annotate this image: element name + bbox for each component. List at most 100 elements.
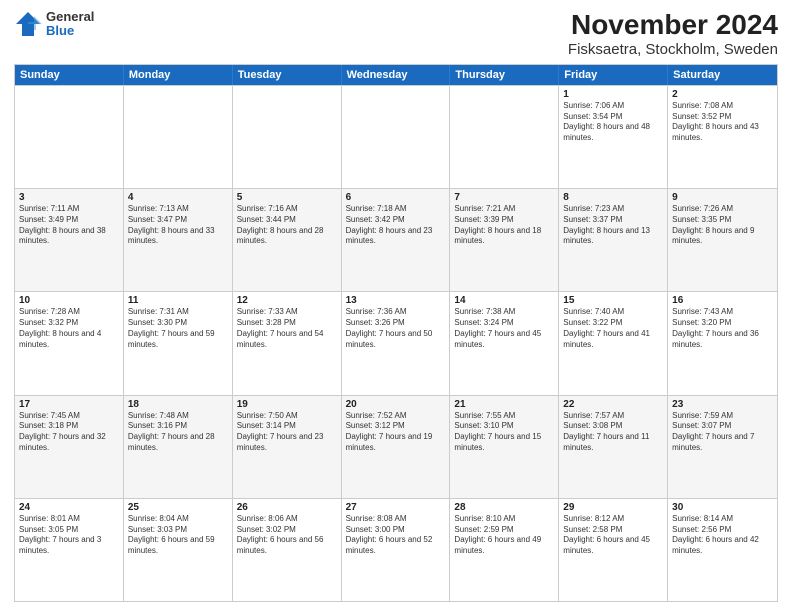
cell-date: 18 <box>128 399 228 410</box>
cell-date: 13 <box>346 295 446 306</box>
calendar-row-1: 3 Sunrise: 7:11 AMSunset: 3:49 PMDayligh… <box>15 188 777 291</box>
calendar-header: Sunday Monday Tuesday Wednesday Thursday… <box>15 65 777 85</box>
calendar-cell: 5 Sunrise: 7:16 AMSunset: 3:44 PMDayligh… <box>233 189 342 291</box>
cell-info: Sunrise: 7:08 AMSunset: 3:52 PMDaylight:… <box>672 101 773 144</box>
cell-date: 6 <box>346 192 446 203</box>
calendar-row-4: 24 Sunrise: 8:01 AMSunset: 3:05 PMDaylig… <box>15 498 777 601</box>
cell-info: Sunrise: 7:31 AMSunset: 3:30 PMDaylight:… <box>128 307 228 350</box>
calendar-cell <box>15 86 124 188</box>
calendar-cell: 19 Sunrise: 7:50 AMSunset: 3:14 PMDaylig… <box>233 396 342 498</box>
logo-blue: Blue <box>46 24 94 38</box>
cell-date: 5 <box>237 192 337 203</box>
calendar: Sunday Monday Tuesday Wednesday Thursday… <box>14 64 778 602</box>
cell-info: Sunrise: 7:43 AMSunset: 3:20 PMDaylight:… <box>672 307 773 350</box>
cell-date: 10 <box>19 295 119 306</box>
cell-info: Sunrise: 7:40 AMSunset: 3:22 PMDaylight:… <box>563 307 663 350</box>
logo-icon <box>14 10 42 38</box>
header: General Blue November 2024 Fisksaetra, S… <box>14 10 778 58</box>
cell-info: Sunrise: 7:13 AMSunset: 3:47 PMDaylight:… <box>128 204 228 247</box>
logo-text: General Blue <box>46 10 94 39</box>
cell-info: Sunrise: 8:06 AMSunset: 3:02 PMDaylight:… <box>237 514 337 557</box>
cell-date: 2 <box>672 89 773 100</box>
cell-info: Sunrise: 7:16 AMSunset: 3:44 PMDaylight:… <box>237 204 337 247</box>
calendar-cell: 15 Sunrise: 7:40 AMSunset: 3:22 PMDaylig… <box>559 292 668 394</box>
calendar-cell: 24 Sunrise: 8:01 AMSunset: 3:05 PMDaylig… <box>15 499 124 601</box>
cell-date: 21 <box>454 399 554 410</box>
cell-info: Sunrise: 7:33 AMSunset: 3:28 PMDaylight:… <box>237 307 337 350</box>
calendar-cell: 14 Sunrise: 7:38 AMSunset: 3:24 PMDaylig… <box>450 292 559 394</box>
cell-info: Sunrise: 8:01 AMSunset: 3:05 PMDaylight:… <box>19 514 119 557</box>
cell-info: Sunrise: 7:18 AMSunset: 3:42 PMDaylight:… <box>346 204 446 247</box>
calendar-cell: 16 Sunrise: 7:43 AMSunset: 3:20 PMDaylig… <box>668 292 777 394</box>
cell-date: 29 <box>563 502 663 513</box>
cell-info: Sunrise: 7:59 AMSunset: 3:07 PMDaylight:… <box>672 411 773 454</box>
cell-date: 22 <box>563 399 663 410</box>
cell-info: Sunrise: 7:48 AMSunset: 3:16 PMDaylight:… <box>128 411 228 454</box>
cell-date: 16 <box>672 295 773 306</box>
calendar-cell: 22 Sunrise: 7:57 AMSunset: 3:08 PMDaylig… <box>559 396 668 498</box>
cell-date: 7 <box>454 192 554 203</box>
calendar-cell: 1 Sunrise: 7:06 AMSunset: 3:54 PMDayligh… <box>559 86 668 188</box>
cell-date: 19 <box>237 399 337 410</box>
calendar-cell: 9 Sunrise: 7:26 AMSunset: 3:35 PMDayligh… <box>668 189 777 291</box>
calendar-cell: 7 Sunrise: 7:21 AMSunset: 3:39 PMDayligh… <box>450 189 559 291</box>
calendar-cell: 21 Sunrise: 7:55 AMSunset: 3:10 PMDaylig… <box>450 396 559 498</box>
cell-info: Sunrise: 7:36 AMSunset: 3:26 PMDaylight:… <box>346 307 446 350</box>
calendar-cell: 25 Sunrise: 8:04 AMSunset: 3:03 PMDaylig… <box>124 499 233 601</box>
cell-info: Sunrise: 8:14 AMSunset: 2:56 PMDaylight:… <box>672 514 773 557</box>
calendar-cell: 3 Sunrise: 7:11 AMSunset: 3:49 PMDayligh… <box>15 189 124 291</box>
calendar-body: 1 Sunrise: 7:06 AMSunset: 3:54 PMDayligh… <box>15 85 777 601</box>
header-saturday: Saturday <box>668 65 777 85</box>
calendar-row-0: 1 Sunrise: 7:06 AMSunset: 3:54 PMDayligh… <box>15 85 777 188</box>
cell-date: 20 <box>346 399 446 410</box>
calendar-cell: 23 Sunrise: 7:59 AMSunset: 3:07 PMDaylig… <box>668 396 777 498</box>
cell-date: 4 <box>128 192 228 203</box>
cell-info: Sunrise: 7:11 AMSunset: 3:49 PMDaylight:… <box>19 204 119 247</box>
calendar-row-2: 10 Sunrise: 7:28 AMSunset: 3:32 PMDaylig… <box>15 291 777 394</box>
header-monday: Monday <box>124 65 233 85</box>
cell-info: Sunrise: 7:26 AMSunset: 3:35 PMDaylight:… <box>672 204 773 247</box>
logo: General Blue <box>14 10 94 39</box>
cell-info: Sunrise: 8:08 AMSunset: 3:00 PMDaylight:… <box>346 514 446 557</box>
calendar-cell: 4 Sunrise: 7:13 AMSunset: 3:47 PMDayligh… <box>124 189 233 291</box>
calendar-cell <box>342 86 451 188</box>
cell-info: Sunrise: 7:06 AMSunset: 3:54 PMDaylight:… <box>563 101 663 144</box>
cell-date: 12 <box>237 295 337 306</box>
cell-date: 24 <box>19 502 119 513</box>
calendar-cell: 2 Sunrise: 7:08 AMSunset: 3:52 PMDayligh… <box>668 86 777 188</box>
cell-info: Sunrise: 7:21 AMSunset: 3:39 PMDaylight:… <box>454 204 554 247</box>
logo-general: General <box>46 10 94 24</box>
cell-date: 23 <box>672 399 773 410</box>
calendar-cell <box>124 86 233 188</box>
cell-info: Sunrise: 7:45 AMSunset: 3:18 PMDaylight:… <box>19 411 119 454</box>
cell-date: 17 <box>19 399 119 410</box>
cell-date: 14 <box>454 295 554 306</box>
calendar-cell: 13 Sunrise: 7:36 AMSunset: 3:26 PMDaylig… <box>342 292 451 394</box>
cell-date: 30 <box>672 502 773 513</box>
calendar-cell: 11 Sunrise: 7:31 AMSunset: 3:30 PMDaylig… <box>124 292 233 394</box>
header-thursday: Thursday <box>450 65 559 85</box>
calendar-cell: 28 Sunrise: 8:10 AMSunset: 2:59 PMDaylig… <box>450 499 559 601</box>
cell-info: Sunrise: 7:52 AMSunset: 3:12 PMDaylight:… <box>346 411 446 454</box>
cell-date: 11 <box>128 295 228 306</box>
calendar-cell: 18 Sunrise: 7:48 AMSunset: 3:16 PMDaylig… <box>124 396 233 498</box>
cell-info: Sunrise: 7:50 AMSunset: 3:14 PMDaylight:… <box>237 411 337 454</box>
cell-date: 3 <box>19 192 119 203</box>
cell-date: 1 <box>563 89 663 100</box>
calendar-cell: 29 Sunrise: 8:12 AMSunset: 2:58 PMDaylig… <box>559 499 668 601</box>
cell-date: 15 <box>563 295 663 306</box>
cell-date: 25 <box>128 502 228 513</box>
calendar-cell: 10 Sunrise: 7:28 AMSunset: 3:32 PMDaylig… <box>15 292 124 394</box>
calendar-cell: 8 Sunrise: 7:23 AMSunset: 3:37 PMDayligh… <box>559 189 668 291</box>
cell-info: Sunrise: 8:04 AMSunset: 3:03 PMDaylight:… <box>128 514 228 557</box>
cell-info: Sunrise: 7:38 AMSunset: 3:24 PMDaylight:… <box>454 307 554 350</box>
calendar-row-3: 17 Sunrise: 7:45 AMSunset: 3:18 PMDaylig… <box>15 395 777 498</box>
header-sunday: Sunday <box>15 65 124 85</box>
title-block: November 2024 Fisksaetra, Stockholm, Swe… <box>568 10 778 58</box>
calendar-cell: 6 Sunrise: 7:18 AMSunset: 3:42 PMDayligh… <box>342 189 451 291</box>
page: General Blue November 2024 Fisksaetra, S… <box>0 0 792 612</box>
header-tuesday: Tuesday <box>233 65 342 85</box>
cell-date: 27 <box>346 502 446 513</box>
cell-info: Sunrise: 7:28 AMSunset: 3:32 PMDaylight:… <box>19 307 119 350</box>
cell-info: Sunrise: 8:12 AMSunset: 2:58 PMDaylight:… <box>563 514 663 557</box>
